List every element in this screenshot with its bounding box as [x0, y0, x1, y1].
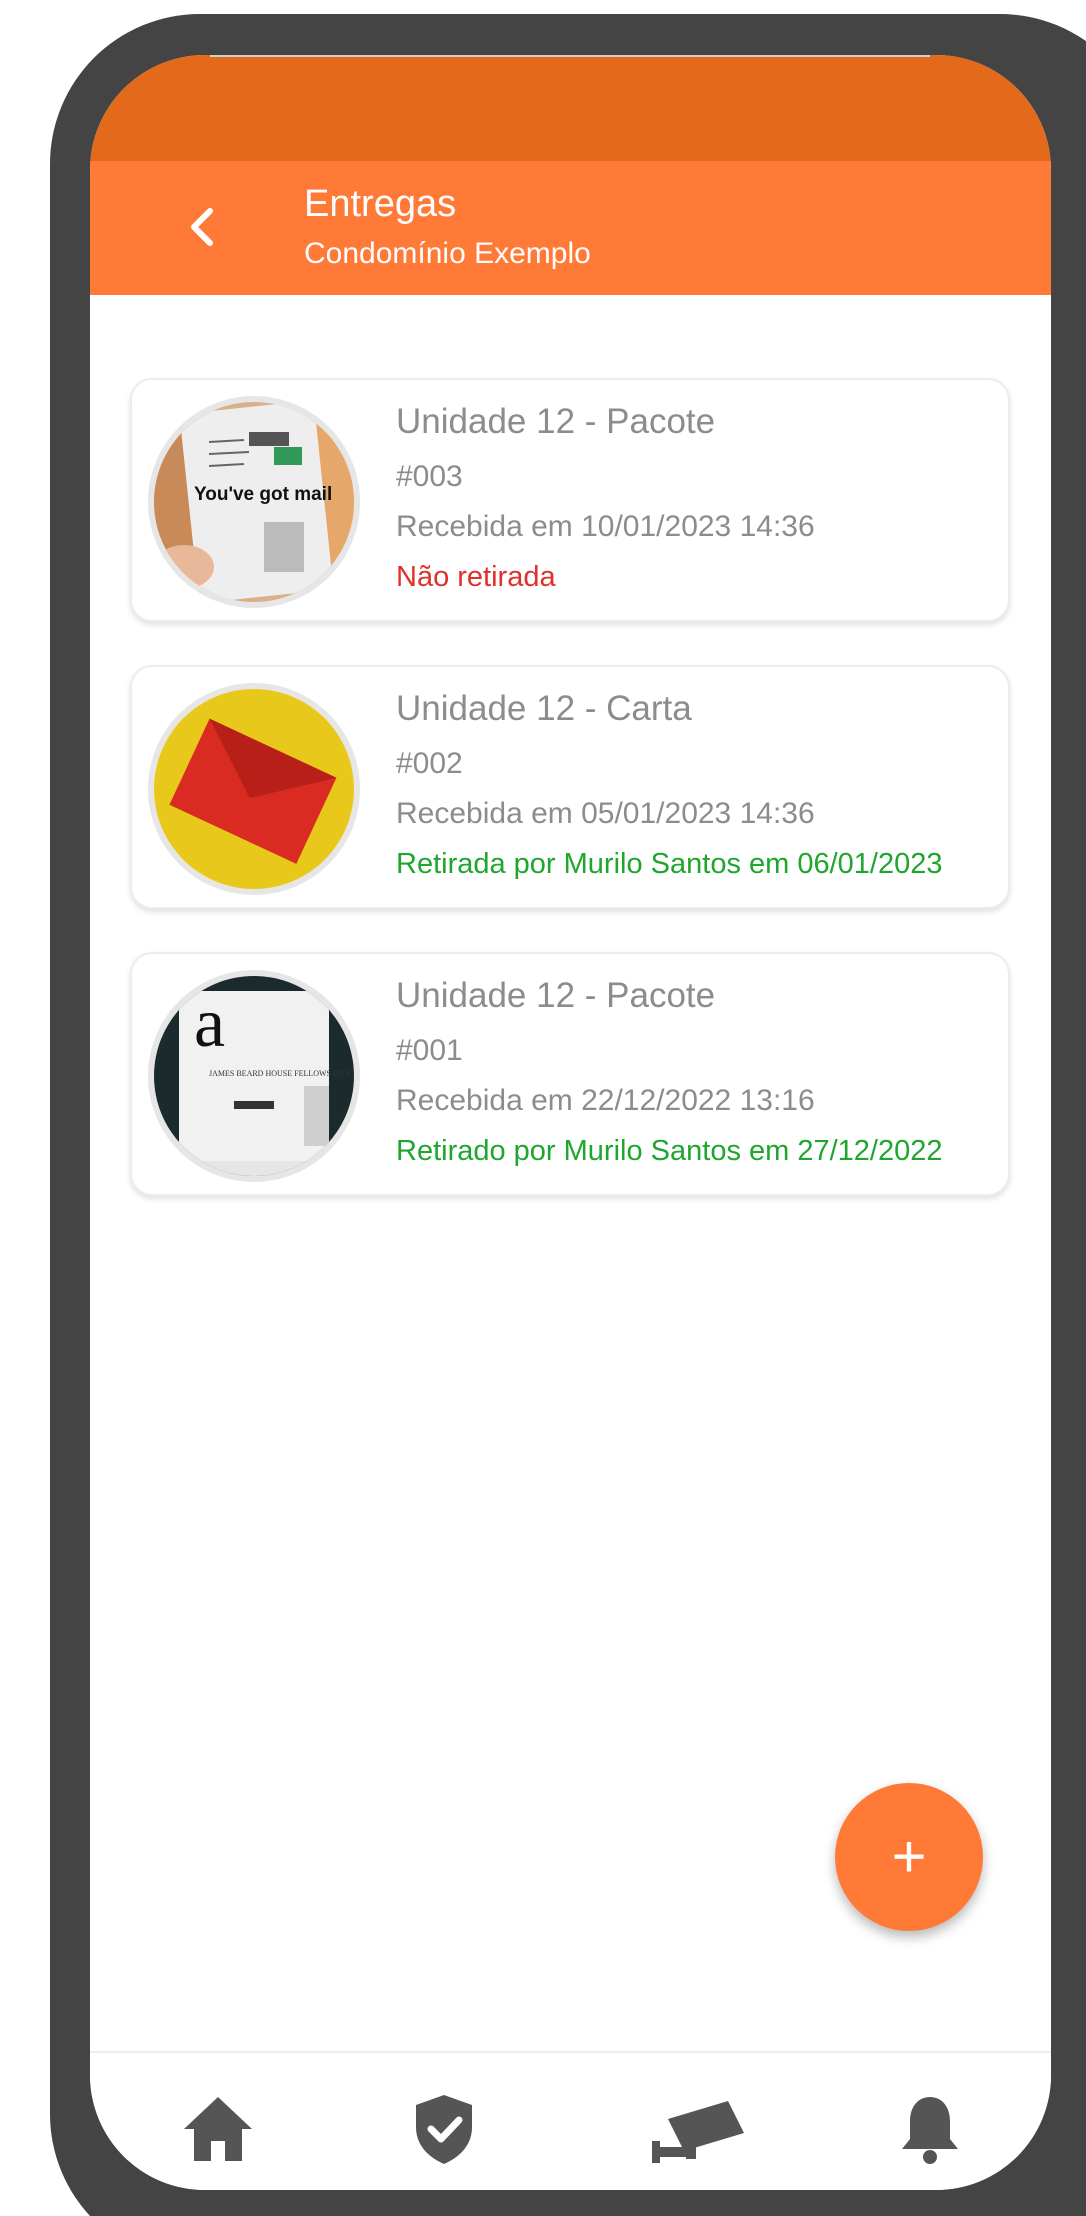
page-title: Entregas — [304, 183, 457, 225]
back-arrow-icon[interactable] — [178, 201, 230, 253]
svg-text:a: a — [194, 985, 225, 1062]
package-photo-icon: You've got mail — [154, 402, 354, 602]
delivery-card[interactable]: You've got mail Unidade 12 - Pacote #003… — [130, 378, 1010, 622]
delivery-received-date: Recebida em 22/12/2022 13:16 — [396, 1084, 815, 1117]
home-icon[interactable] — [178, 2089, 258, 2169]
status-bar-line — [210, 55, 930, 57]
bottom-navigation — [90, 2051, 1051, 2190]
delivery-received-date: Recebida em 10/01/2023 14:36 — [396, 510, 815, 543]
delivery-thumbnail: You've got mail — [148, 396, 360, 608]
delivery-card[interactable]: a JAMES BEARD HOUSE FELLOWS PROGRAM Unid… — [130, 952, 1010, 1196]
app-screen: Entregas Condomínio Exemplo You've got m… — [90, 55, 1051, 2190]
delivery-status: Retirado por Murilo Santos em 27/12/2022 — [396, 1135, 943, 1167]
package-label-text: You've got mail — [194, 484, 332, 505]
delivery-title: Unidade 12 - Pacote — [396, 402, 716, 441]
delivery-title: Unidade 12 - Carta — [396, 689, 692, 728]
delivery-title: Unidade 12 - Pacote — [396, 976, 716, 1015]
shield-check-icon[interactable] — [404, 2089, 484, 2169]
delivery-received-date: Recebida em 05/01/2023 14:36 — [396, 797, 815, 830]
status-bar — [90, 55, 1051, 161]
box-photo-icon: a JAMES BEARD HOUSE FELLOWS PROGRAM — [154, 976, 354, 1176]
delivery-card[interactable]: Unidade 12 - Carta #002 Recebida em 05/0… — [130, 665, 1010, 909]
app-bar: Entregas Condomínio Exemplo — [90, 161, 1051, 295]
delivery-status: Retirada por Murilo Santos em 06/01/2023 — [396, 848, 943, 880]
delivery-thumbnail — [148, 683, 360, 895]
delivery-list: You've got mail Unidade 12 - Pacote #003… — [130, 378, 1010, 1239]
security-camera-icon[interactable] — [650, 2089, 750, 2169]
delivery-thumbnail: a JAMES BEARD HOUSE FELLOWS PROGRAM — [148, 970, 360, 1182]
bell-icon[interactable] — [890, 2089, 970, 2169]
delivery-code: #003 — [396, 460, 463, 493]
envelope-photo-icon — [154, 689, 354, 889]
plus-icon: + — [891, 1823, 927, 1890]
delivery-status: Não retirada — [396, 561, 556, 593]
delivery-code: #001 — [396, 1034, 463, 1067]
box-label-text: JAMES BEARD HOUSE FELLOWS PROGRAM — [209, 1069, 354, 1078]
delivery-code: #002 — [396, 747, 463, 780]
add-delivery-button[interactable]: + — [835, 1783, 983, 1931]
page-subtitle: Condomínio Exemplo — [304, 237, 591, 270]
page: Entregas Condomínio Exemplo You've got m… — [0, 0, 1086, 2216]
